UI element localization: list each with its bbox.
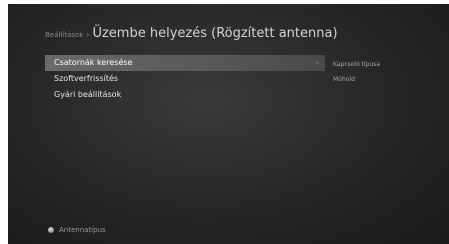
menu-item-label: Csatornák keresése <box>54 58 133 67</box>
footer-hint: Antennatípus <box>48 226 106 234</box>
settings-menu: Csatornák keresése › Szoftverfrissítés G… <box>45 55 325 103</box>
menu-item-factory-settings[interactable]: Gyári beállítások <box>45 87 325 103</box>
menu-item-label: Gyári beállítások <box>54 90 122 99</box>
footer-label: Antennatípus <box>59 226 106 234</box>
page-title: Üzembe helyezés (Rögzített antenna) <box>92 26 338 41</box>
menu-item-software-update[interactable]: Szoftverfrissítés <box>45 71 325 87</box>
menu-item-label: Szoftverfrissítés <box>54 74 119 83</box>
chevron-right-icon: › <box>315 58 319 67</box>
submenu-panel: Kapcsoló típusa Műhold <box>333 57 443 87</box>
bullet-icon <box>48 227 54 233</box>
submenu-item-satellite[interactable]: Műhold <box>333 72 443 87</box>
breadcrumb[interactable]: Beállítások <box>45 31 83 39</box>
page-header: Beállítások › Üzembe helyezés (Rögzített… <box>45 26 338 46</box>
submenu-item-switch-type[interactable]: Kapcsoló típusa <box>333 57 443 72</box>
breadcrumb-separator-icon: › <box>86 30 90 39</box>
tv-screen: Beállítások › Üzembe helyezés (Rögzített… <box>8 4 449 244</box>
menu-item-channel-search[interactable]: Csatornák keresése › <box>45 55 325 71</box>
